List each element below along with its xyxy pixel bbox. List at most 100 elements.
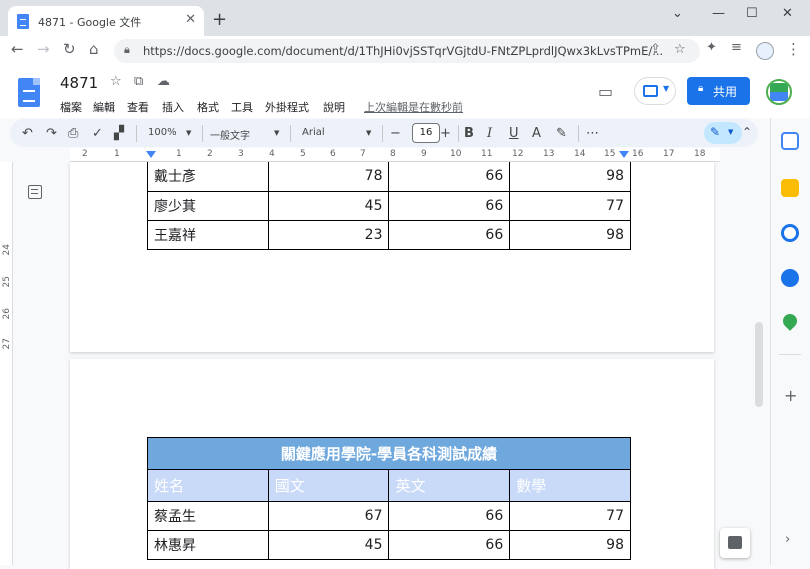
account-avatar[interactable]	[766, 79, 792, 105]
table-header-cell[interactable]: 姓名	[147, 469, 269, 502]
menu-edit[interactable]: 編輯	[93, 99, 115, 115]
collapse-menus-icon[interactable]: ⌃	[742, 125, 752, 139]
show-side-panel-icon[interactable]: ›	[785, 532, 790, 547]
share-button[interactable]: 🔒︎ 共用	[687, 77, 750, 105]
minimize-button[interactable]: —	[712, 6, 725, 21]
share-page-icon[interactable]: ⇪	[650, 42, 661, 57]
url-text[interactable]: https://docs.google.com/document/d/1ThJH…	[143, 44, 663, 58]
browser-tab[interactable]: 4871 - Google 文件 ✕	[8, 6, 204, 36]
explore-button[interactable]	[720, 528, 750, 558]
paint-format-icon[interactable]: ▞	[114, 126, 124, 141]
close-window-button[interactable]: ✕	[782, 6, 793, 21]
left-indent-marker[interactable]	[146, 151, 156, 158]
font-select[interactable]: Arial	[302, 127, 325, 138]
zoom-select[interactable]: 100%	[148, 127, 177, 138]
table-header-cell[interactable]: 數學	[509, 469, 631, 502]
name-cell[interactable]: 林惠昇	[147, 530, 269, 560]
table-header-cell[interactable]: 英文	[388, 469, 511, 502]
text-color-button[interactable]: A	[532, 126, 541, 141]
table-title[interactable]: 關鍵應用學院-學員各科測試成績	[147, 437, 631, 470]
undo-icon[interactable]: ↶	[22, 126, 33, 141]
spellcheck-icon[interactable]: ✓	[92, 126, 103, 141]
print-icon[interactable]: ⎙	[68, 126, 78, 141]
bold-button[interactable]: B	[464, 126, 474, 141]
reload-icon[interactable]: ↻	[63, 40, 76, 58]
tab-search-icon[interactable]: ⌄	[672, 6, 683, 21]
profile-avatar-icon[interactable]	[756, 42, 774, 60]
forward-arrow-icon[interactable]: →	[37, 40, 50, 58]
chevron-down-icon[interactable]: ▼	[366, 129, 371, 137]
score-cell[interactable]: 66	[388, 190, 511, 221]
extensions-icon[interactable]: ✦	[706, 40, 717, 55]
tasks-icon[interactable]	[781, 224, 799, 242]
keep-icon[interactable]	[781, 179, 799, 197]
back-arrow-icon[interactable]: ←	[11, 40, 24, 58]
score-cell[interactable]: 45	[267, 190, 390, 221]
name-cell[interactable]: 廖少萁	[147, 190, 269, 221]
score-cell[interactable]: 98	[509, 530, 631, 560]
score-cell[interactable]: 66	[388, 501, 511, 531]
more-options-button[interactable]: ⋯	[586, 126, 599, 141]
home-icon[interactable]: ⌂	[89, 40, 99, 58]
address-bar[interactable]: 🔒︎ https://docs.google.com/document/d/1T…	[114, 39, 700, 63]
score-cell[interactable]: 77	[509, 190, 631, 221]
document-title[interactable]: 4871	[60, 74, 98, 92]
bookmark-star-icon[interactable]: ☆	[674, 42, 686, 57]
highlight-color-icon[interactable]: ✎	[556, 126, 567, 141]
menu-tools[interactable]: 工具	[231, 99, 253, 115]
score-cell[interactable]: 98	[509, 219, 631, 250]
name-cell[interactable]: 王嘉祥	[147, 219, 269, 250]
score-cell[interactable]: 78	[267, 162, 390, 192]
italic-button[interactable]: I	[487, 126, 492, 141]
contacts-icon[interactable]	[781, 269, 799, 287]
maximize-button[interactable]: ☐	[746, 6, 758, 21]
vertical-ruler[interactable]: 24 25 26 27	[0, 162, 13, 565]
last-edit-link[interactable]: 上次編輯是在數秒前	[364, 99, 463, 115]
scrollbar-thumb[interactable]	[755, 322, 763, 407]
font-size-input[interactable]: 16	[412, 123, 440, 143]
menu-format[interactable]: 格式	[197, 99, 219, 115]
move-folder-icon[interactable]: ⧉	[134, 74, 143, 89]
lock-icon[interactable]: 🔒︎	[124, 43, 130, 57]
score-cell[interactable]: 98	[509, 162, 631, 192]
menu-insert[interactable]: 插入	[162, 99, 184, 115]
name-cell[interactable]: 蔡孟生	[147, 501, 269, 531]
redo-icon[interactable]: ↷	[46, 126, 57, 141]
tab-close-icon[interactable]: ✕	[185, 12, 196, 27]
right-indent-marker[interactable]	[619, 151, 629, 158]
reading-list-icon[interactable]: ≡	[731, 40, 742, 55]
calendar-icon[interactable]	[781, 132, 799, 150]
new-tab-button[interactable]: +	[212, 9, 227, 30]
comment-history-icon[interactable]: ▭	[598, 82, 613, 101]
table-header-cell[interactable]: 國文	[267, 469, 390, 502]
cloud-saved-icon[interactable]: ☁	[157, 74, 170, 89]
maps-icon[interactable]	[780, 311, 800, 331]
score-cell[interactable]: 77	[509, 501, 631, 531]
menu-addons[interactable]: 外掛程式	[265, 99, 309, 115]
underline-button[interactable]: U	[509, 126, 519, 141]
editing-mode-button[interactable]: ✎ ▼	[704, 122, 742, 144]
ruler-label: 17	[663, 149, 675, 159]
menu-file[interactable]: 檔案	[60, 99, 82, 115]
menu-help[interactable]: 說明	[323, 99, 345, 115]
star-icon[interactable]: ☆	[110, 74, 122, 89]
chevron-down-icon[interactable]: ▼	[274, 129, 279, 137]
chevron-down-icon[interactable]: ▼	[186, 129, 191, 137]
chrome-menu-icon[interactable]: ⋮	[786, 40, 801, 58]
menu-view[interactable]: 查看	[127, 99, 149, 115]
docs-logo-icon[interactable]	[18, 78, 40, 107]
get-addons-icon[interactable]: +	[784, 386, 797, 405]
score-cell[interactable]: 23	[267, 219, 390, 250]
score-cell[interactable]: 66	[388, 162, 511, 192]
present-button[interactable]: ▼	[634, 77, 676, 105]
score-cell[interactable]: 66	[388, 219, 511, 250]
score-cell[interactable]: 66	[388, 530, 511, 560]
score-cell[interactable]: 45	[267, 530, 390, 560]
decrease-font-size-icon[interactable]: −	[390, 126, 401, 141]
score-cell[interactable]: 67	[267, 501, 390, 531]
increase-font-size-icon[interactable]: +	[440, 126, 451, 141]
paragraph-style-select[interactable]: 一般文字	[210, 127, 250, 142]
document-outline-icon[interactable]	[28, 185, 42, 199]
name-cell[interactable]: 戴士彥	[147, 162, 269, 192]
horizontal-ruler[interactable]: 2 1 1 2 3 4 5 6 7 8 9 10 11 12 13 14 15 …	[70, 148, 720, 162]
